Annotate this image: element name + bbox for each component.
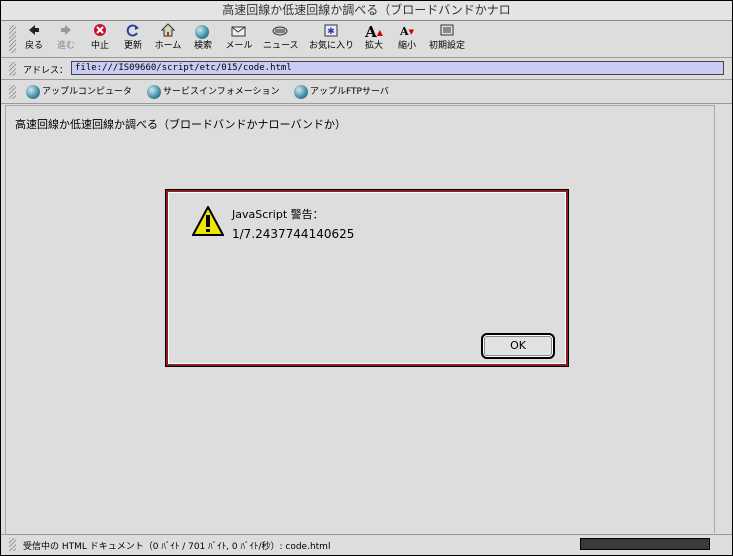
search-globe-icon: [186, 23, 220, 41]
status-bar: 受信中の HTML ドキュメント（0 ﾊﾞｲﾄ / 701 ﾊﾞｲﾄ, 0 ﾊﾞ…: [1, 534, 732, 555]
mail-button[interactable]: メール: [222, 23, 256, 52]
mail-icon: [222, 23, 256, 41]
dialog-title: JavaScript 警告：: [232, 208, 324, 221]
stop-button[interactable]: 中止: [83, 23, 117, 52]
search-button[interactable]: 検索: [186, 23, 220, 52]
address-grip[interactable]: [9, 62, 16, 76]
toolbar: 戻る 進む 中止 更新 ホーム 検索 メール ニュース ✱ お気に入り A▲ 拡…: [1, 21, 732, 58]
favorites-button[interactable]: ✱ お気に入り: [309, 23, 355, 52]
favorite-link-service-info[interactable]: サービスインフォメーション: [147, 84, 280, 100]
favorites-bar: アップルコンピュータ サービスインフォメーション アップルFTPサーバ: [1, 81, 732, 104]
news-icon: [263, 23, 297, 41]
window-title: 高速回線か低速回線か調べる（ブロードバンドかナロ: [1, 1, 732, 21]
status-grip: [9, 538, 16, 551]
address-label: アドレス：: [23, 66, 69, 76]
progress-bar: [580, 538, 710, 550]
text-larger-label: 拡大: [364, 41, 383, 51]
globe-icon: [294, 84, 308, 99]
search-label: 検索: [193, 41, 212, 51]
forward-label: 進む: [56, 41, 75, 51]
preferences-button[interactable]: 初期設定: [427, 23, 467, 52]
news-button[interactable]: ニュース: [263, 23, 299, 52]
stop-icon: [83, 23, 117, 41]
page-heading: 高速回線か低速回線か調べる（ブロードバンドかナローバンドか）: [15, 118, 346, 131]
reload-button[interactable]: 更新: [116, 23, 150, 52]
favorites-icon: ✱: [309, 23, 353, 41]
home-label: ホーム: [154, 41, 182, 51]
preferences-label: 初期設定: [428, 41, 465, 51]
favorite-label: サービスインフォメーション: [163, 87, 280, 97]
preferences-icon: [427, 23, 467, 41]
text-smaller-icon: A▼: [400, 25, 414, 38]
javascript-alert-dialog: JavaScript 警告： 1/7.2437744140625 OK: [165, 189, 569, 367]
warning-icon: [191, 204, 225, 239]
home-button[interactable]: ホーム: [151, 23, 185, 52]
forward-button[interactable]: 進む: [49, 23, 83, 52]
status-text: 受信中の HTML ドキュメント（0 ﾊﾞｲﾄ / 701 ﾊﾞｲﾄ, 0 ﾊﾞ…: [23, 542, 331, 552]
back-button[interactable]: 戻る: [17, 23, 51, 52]
toolbar-grip[interactable]: [9, 25, 16, 53]
favorite-label: アップルFTPサーバ: [310, 87, 389, 97]
favorite-label: アップルコンピュータ: [42, 87, 132, 97]
favorites-label: お気に入り: [309, 41, 355, 51]
forward-arrow-icon: [49, 23, 83, 41]
address-bar: アドレス： file:///IS09660/script/etc/015/cod…: [1, 58, 732, 80]
address-input[interactable]: file:///IS09660/script/etc/015/code.html: [71, 61, 724, 75]
home-icon: [151, 23, 185, 41]
favorite-link-apple[interactable]: アップルコンピュータ: [26, 84, 132, 100]
text-smaller-label: 縮小: [397, 41, 416, 51]
favorite-link-apple-ftp[interactable]: アップルFTPサーバ: [294, 84, 389, 100]
svg-text:✱: ✱: [327, 27, 335, 37]
dialog-message: 1/7.2437744140625: [232, 227, 355, 241]
text-larger-button[interactable]: A▲ 拡大: [357, 23, 391, 52]
globe-icon: [26, 84, 40, 99]
ok-button[interactable]: OK: [481, 333, 555, 359]
vertical-scrollbar[interactable]: [714, 105, 731, 533]
text-larger-icon: A▲: [365, 23, 383, 41]
news-label: ニュース: [263, 41, 299, 51]
reload-icon: [116, 23, 150, 41]
globe-icon: [147, 84, 161, 99]
back-label: 戻る: [24, 41, 43, 51]
favorites-grip[interactable]: [9, 85, 16, 99]
browser-window: 高速回線か低速回線か調べる（ブロードバンドかナロ 戻る 進む 中止 更新 ホーム…: [0, 0, 733, 556]
text-smaller-button[interactable]: A▼ 縮小: [390, 23, 424, 52]
stop-label: 中止: [90, 41, 109, 51]
mail-label: メール: [225, 41, 253, 51]
reload-label: 更新: [123, 41, 142, 51]
back-arrow-icon: [17, 23, 51, 41]
